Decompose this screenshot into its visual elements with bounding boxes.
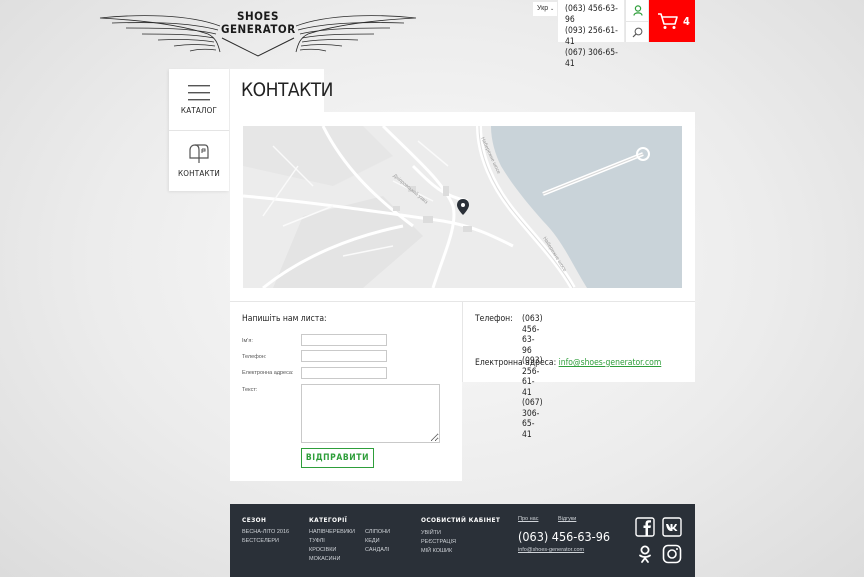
email-heading: Електронна адреса:	[475, 358, 557, 368]
footer-about-link[interactable]: Про нас	[518, 516, 538, 522]
submit-button[interactable]: ВІДПРАВИТИ	[301, 448, 374, 468]
cart-button[interactable]: 4	[649, 0, 695, 42]
footer-link[interactable]: САНДАЛІ	[365, 546, 390, 555]
footer-categories-heading: КАТЕГОРІЇ	[309, 516, 348, 524]
footer-account-list: УВІЙТИ РЕЄСТРАЦІЯ МІЙ КОШИК	[421, 529, 456, 556]
footer-link[interactable]: ТУФЛІ	[309, 537, 355, 546]
hamburger-icon	[188, 84, 210, 100]
facebook-icon[interactable]	[635, 517, 655, 537]
header-phone-1[interactable]: (063) 456-63-96	[565, 4, 624, 26]
language-label: Укр	[537, 5, 549, 12]
footer-link[interactable]: КРОСІВКИ	[309, 546, 355, 555]
name-label: Ім'я:	[242, 338, 253, 344]
footer-link[interactable]: НАПІВЧЕРЕВИКИ	[309, 528, 355, 537]
footer-season-list: ВЕСНА-ЛІТО 2016 БЕСТСЕЛЕРИ	[242, 528, 289, 546]
chevron-down-icon: ⌄	[550, 6, 555, 12]
side-item-catalog-label: КАТАЛОГ	[180, 105, 218, 115]
map-card: Набережне шосе Набережне шосе Дніпровськ…	[230, 112, 695, 301]
name-field[interactable]	[301, 334, 387, 346]
footer-email-link[interactable]: info@shoes-generator.com	[518, 547, 584, 553]
header-phone-2[interactable]: (093) 256-61-41	[565, 26, 624, 48]
footer-link[interactable]: МОКАСИНИ	[309, 555, 355, 564]
contact-email-link[interactable]: info@shoes-generator.com	[559, 358, 662, 368]
language-select[interactable]: Укр ⌄	[533, 2, 557, 16]
side-menu: КАТАЛОГ КОНТАКТИ	[169, 69, 229, 191]
footer-season-heading: СЕЗОН	[242, 516, 267, 524]
contact-phones: Телефон: (063) 456-63-96 (093) 256-61-41…	[475, 314, 543, 440]
form-title: Напишіть нам листа:	[242, 314, 327, 324]
footer-link[interactable]: РЕЄСТРАЦІЯ	[421, 538, 456, 547]
contact-phone-3[interactable]: (067) 306-65-41	[522, 398, 543, 440]
phone-label: Телефон:	[242, 354, 267, 360]
footer-link[interactable]: ВЕСНА-ЛІТО 2016	[242, 528, 289, 537]
header-icon-column	[625, 0, 649, 42]
contact-email-row: Електронна адреса: info@shoes-generator.…	[475, 358, 661, 369]
footer-reviews-link[interactable]: Відгуки	[558, 516, 576, 522]
email-label: Електронна адреса:	[242, 370, 294, 376]
odnoklassniki-icon[interactable]	[635, 544, 655, 564]
footer-link[interactable]: МІЙ КОШИК	[421, 547, 456, 556]
mailbox-icon	[189, 144, 209, 163]
search-button[interactable]	[626, 21, 649, 42]
message-label: Текст:	[242, 387, 258, 393]
phone-field[interactable]	[301, 350, 387, 362]
header-phone-3[interactable]: (067) 306-65-41	[565, 48, 624, 70]
vk-icon[interactable]	[662, 517, 682, 537]
contact-phone-1[interactable]: (063) 456-63-96	[522, 314, 543, 356]
footer-account-heading: ОСОБИСТИЙ КАБІНЕТ	[421, 516, 501, 524]
contact-form: Напишіть нам листа: Ім'я: Телефон: Елект…	[230, 301, 462, 481]
footer-link[interactable]: СЛІПОНИ	[365, 528, 390, 537]
instagram-icon[interactable]	[662, 544, 682, 564]
site-footer: СЕЗОН ВЕСНА-ЛІТО 2016 БЕСТСЕЛЕРИ КАТЕГОР…	[230, 504, 695, 577]
footer-phone[interactable]: (063) 456-63-96	[518, 529, 610, 544]
map-graphic: Набережне шосе Набережне шосе Дніпровськ…	[243, 126, 682, 288]
cart-count: 4	[683, 14, 690, 28]
footer-link[interactable]: КЕДИ	[365, 537, 390, 546]
header-phones: (063) 456-63-96 (093) 256-61-41 (067) 30…	[558, 0, 624, 69]
search-icon	[632, 27, 643, 37]
side-item-catalog[interactable]: КАТАЛОГ	[169, 69, 229, 130]
logo-text: SHOES GENERATOR	[221, 10, 295, 36]
cart-icon	[658, 13, 678, 29]
footer-link[interactable]: БЕСТСЕЛЕРИ	[242, 537, 289, 546]
site-logo[interactable]: SHOES GENERATOR	[98, 8, 418, 60]
contact-phone-list: (063) 456-63-96 (093) 256-61-41 (067) 30…	[522, 314, 543, 440]
page-title: КОНТАКТИ	[230, 69, 333, 112]
footer-categories-col1: НАПІВЧЕРЕВИКИ ТУФЛІ КРОСІВКИ МОКАСИНИ	[309, 528, 355, 564]
footer-categories-col2: СЛІПОНИ КЕДИ САНДАЛІ	[365, 528, 390, 555]
footer-link[interactable]: УВІЙТИ	[421, 529, 456, 538]
account-button[interactable]	[626, 0, 649, 21]
side-item-contacts[interactable]: КОНТАКТИ	[169, 130, 229, 191]
side-item-contacts-label: КОНТАКТИ	[178, 169, 220, 178]
email-field[interactable]	[301, 367, 387, 379]
logo-text-line2: GENERATOR	[221, 22, 296, 36]
user-icon	[632, 5, 643, 16]
contacts-info: Телефон: (063) 456-63-96 (093) 256-61-41…	[462, 301, 695, 440]
message-field[interactable]	[301, 384, 440, 443]
phone-heading: Телефон:	[475, 314, 513, 324]
map-view[interactable]: Набережне шосе Набережне шосе Дніпровськ…	[243, 126, 682, 288]
